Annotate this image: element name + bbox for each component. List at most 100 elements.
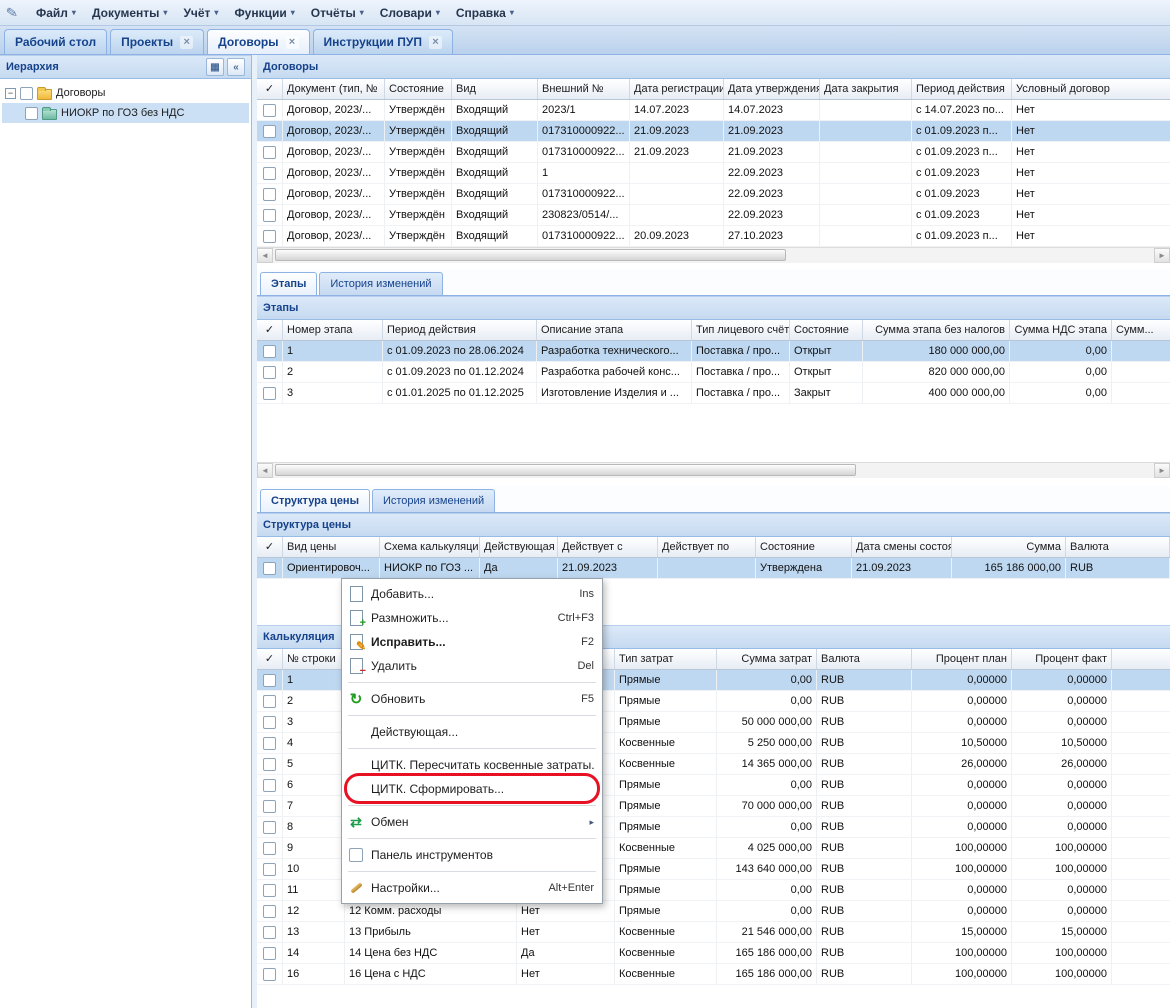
tree-node-niokr[interactable]: НИОКР по ГОЗ без НДС	[2, 103, 249, 123]
row-checkbox[interactable]	[263, 716, 276, 729]
menubar-item-3[interactable]: Функции▾	[226, 2, 302, 24]
tab-2[interactable]: Договоры×	[207, 29, 309, 54]
table-row[interactable]: 1212 Комм. расходыНетПрямые0,00RUB0,0000…	[257, 901, 1170, 922]
row-checkbox[interactable]	[263, 366, 276, 379]
row-checkbox[interactable]	[263, 947, 276, 960]
menubar-item-0[interactable]: Файл▾	[28, 2, 84, 24]
row-checkbox[interactable]	[263, 968, 276, 981]
column-header[interactable]: Описание этапа	[537, 320, 692, 340]
menubar-item-4[interactable]: Отчёты▾	[303, 2, 372, 24]
row-checkbox[interactable]	[263, 209, 276, 222]
scrollbar-track[interactable]	[273, 248, 1154, 263]
table-row[interactable]: 1с 01.09.2023 по 28.06.2024Разработка те…	[257, 341, 1170, 362]
column-header[interactable]: Номер этапа	[283, 320, 383, 340]
row-checkbox[interactable]	[263, 926, 276, 939]
menu-item-settings[interactable]: Настройки...Alt+Enter	[342, 876, 602, 900]
column-header[interactable]: Состояние	[790, 320, 863, 340]
column-header[interactable]: Валюта	[817, 649, 912, 669]
column-header[interactable]: Документ (тип, №	[283, 79, 385, 99]
row-checkbox[interactable]	[263, 884, 276, 897]
column-header[interactable]: Действующая	[480, 537, 558, 557]
row-checkbox[interactable]	[263, 863, 276, 876]
tab-0[interactable]: Рабочий стол	[4, 29, 107, 54]
scroll-left-button[interactable]: ◄	[257, 248, 273, 263]
tree-checkbox[interactable]	[25, 107, 38, 120]
menubar-item-2[interactable]: Учёт▾	[175, 2, 226, 24]
column-header[interactable]: Состояние	[385, 79, 452, 99]
table-row[interactable]: Ориентировоч...НИОКР по ГОЗ ...Да21.09.2…	[257, 558, 1170, 579]
column-header[interactable]: ✓	[257, 649, 283, 669]
row-checkbox[interactable]	[263, 905, 276, 918]
grid-view-button[interactable]: ▦	[206, 58, 224, 76]
scroll-right-button[interactable]: ►	[1154, 248, 1170, 263]
row-checkbox[interactable]	[263, 104, 276, 117]
column-header[interactable]: Сумма НДС этапа	[1010, 320, 1112, 340]
horizontal-scrollbar[interactable]: ◄ ►	[257, 247, 1170, 263]
column-header[interactable]: ✓	[257, 537, 283, 557]
row-checkbox[interactable]	[263, 695, 276, 708]
row-checkbox[interactable]	[263, 737, 276, 750]
menu-item-citk-form[interactable]: ЦИТК. Сформировать...	[342, 777, 602, 801]
table-row[interactable]: Договор, 2023/...УтверждёнВходящий017310…	[257, 226, 1170, 247]
column-header[interactable]: Сумма затрат	[717, 649, 817, 669]
row-checkbox[interactable]	[263, 125, 276, 138]
column-header[interactable]: Процент факт	[1012, 649, 1112, 669]
table-row[interactable]: Договор, 2023/...УтверждёнВходящий017310…	[257, 142, 1170, 163]
table-row[interactable]: Договор, 2023/...УтверждёнВходящий230823…	[257, 205, 1170, 226]
column-header[interactable]: Действует по	[658, 537, 756, 557]
column-header[interactable]: Период действия	[383, 320, 537, 340]
scrollbar-thumb[interactable]	[275, 464, 856, 476]
row-checkbox[interactable]	[263, 674, 276, 687]
column-header[interactable]: № строки	[283, 649, 345, 669]
column-header[interactable]: Дата утверждения	[724, 79, 820, 99]
scroll-right-button[interactable]: ►	[1154, 463, 1170, 478]
tab-3[interactable]: Инструкции ПУП×	[313, 29, 453, 54]
column-header[interactable]: Дата регистрации	[630, 79, 724, 99]
column-header[interactable]: ✓	[257, 320, 283, 340]
row-checkbox[interactable]	[263, 821, 276, 834]
column-header[interactable]: Тип затрат	[615, 649, 717, 669]
tab-close-icon[interactable]: ×	[429, 36, 442, 49]
tab-1[interactable]: История изменений	[319, 272, 442, 295]
column-header[interactable]: Сумма этапа без налогов	[863, 320, 1010, 340]
column-header[interactable]: Состояние	[756, 537, 852, 557]
column-header[interactable]	[1112, 649, 1170, 669]
column-header[interactable]: Сумма	[952, 537, 1066, 557]
tab-1[interactable]: История изменений	[372, 489, 495, 512]
row-checkbox[interactable]	[263, 230, 276, 243]
menu-item-toolbar-panel[interactable]: Панель инструментов	[342, 843, 602, 867]
menu-item-exchange[interactable]: Обмен▸	[342, 810, 602, 834]
table-row[interactable]: Договор, 2023/...УтверждёнВходящий122.09…	[257, 163, 1170, 184]
table-row[interactable]: Договор, 2023/...УтверждёнВходящий017310…	[257, 121, 1170, 142]
column-header[interactable]: Валюта	[1066, 537, 1170, 557]
column-header[interactable]: Дата смены состоя	[852, 537, 952, 557]
table-row[interactable]: 1313 ПрибыльНетКосвенные21 546 000,00RUB…	[257, 922, 1170, 943]
column-header[interactable]: Дата закрытия	[820, 79, 912, 99]
menu-item-refresh[interactable]: ОбновитьF5	[342, 687, 602, 711]
menubar-item-5[interactable]: Словари▾	[372, 2, 448, 24]
menu-item-edit[interactable]: Исправить...F2	[342, 630, 602, 654]
tab-0[interactable]: Структура цены	[260, 489, 370, 512]
table-row[interactable]: Договор, 2023/...УтверждёнВходящий2023/1…	[257, 100, 1170, 121]
row-checkbox[interactable]	[263, 345, 276, 358]
column-header[interactable]: Вид	[452, 79, 538, 99]
row-checkbox[interactable]	[263, 779, 276, 792]
table-row[interactable]: Договор, 2023/...УтверждёнВходящий017310…	[257, 184, 1170, 205]
row-checkbox[interactable]	[263, 758, 276, 771]
column-header[interactable]: Вид цены	[283, 537, 380, 557]
column-header[interactable]: Сумм...	[1112, 320, 1170, 340]
collapse-panel-button[interactable]: «	[227, 58, 245, 76]
table-row[interactable]: 3с 01.01.2025 по 01.12.2025Изготовление …	[257, 383, 1170, 404]
menu-item-duplicate[interactable]: Размножить...Ctrl+F3	[342, 606, 602, 630]
column-header[interactable]: Условный договор	[1012, 79, 1170, 99]
tab-0[interactable]: Этапы	[260, 272, 317, 295]
scroll-left-button[interactable]: ◄	[257, 463, 273, 478]
menu-item-current[interactable]: Действующая...	[342, 720, 602, 744]
column-header[interactable]: Период действия	[912, 79, 1012, 99]
table-row[interactable]: 2с 01.09.2023 по 01.12.2024Разработка ра…	[257, 362, 1170, 383]
scrollbar-track[interactable]	[273, 463, 1154, 478]
column-header[interactable]: Действует с	[558, 537, 658, 557]
row-checkbox[interactable]	[263, 842, 276, 855]
tree-checkbox[interactable]	[20, 87, 33, 100]
table-row[interactable]: 1616 Цена с НДСНетКосвенные165 186 000,0…	[257, 964, 1170, 985]
